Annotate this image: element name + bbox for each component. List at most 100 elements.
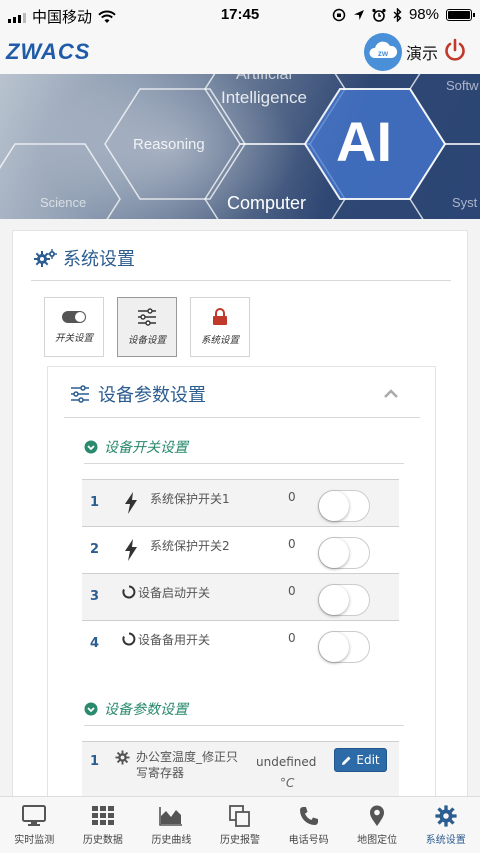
section-title: 设备开关设置 bbox=[104, 440, 188, 456]
map-pin-icon bbox=[370, 805, 385, 826]
chevron-circle-down-icon bbox=[84, 702, 98, 716]
banner-word: Reasoning bbox=[133, 136, 205, 153]
gear-icon bbox=[115, 750, 130, 765]
toggle-switch[interactable] bbox=[318, 631, 370, 663]
banner-word: Computer bbox=[227, 193, 307, 213]
switch-row: 1 系统保护开关1 0 bbox=[82, 479, 399, 526]
device-params-panel: 设备参数设置 设备开关设置 1 系统保护开关1 0 2 系统保护开关2 0 3 … bbox=[47, 366, 436, 811]
edit-button[interactable]: Edit bbox=[334, 748, 387, 772]
tab-label: 设备设置 bbox=[127, 335, 166, 346]
gears-icon bbox=[34, 249, 57, 267]
switch-value: 0 bbox=[288, 537, 296, 551]
param-row: 1 办公室温度_修正只写寄存器 undefined °C Edit bbox=[82, 741, 399, 801]
nav-label: 实时监测 bbox=[14, 835, 55, 846]
switch-value: 0 bbox=[288, 631, 296, 645]
row-index: 4 bbox=[90, 636, 100, 651]
circle-notch-icon bbox=[122, 585, 136, 599]
switch-name: 设备备用开关 bbox=[138, 633, 211, 647]
banner-word: Syst bbox=[452, 195, 478, 210]
alarm-icon bbox=[372, 8, 386, 22]
nav-history-alarm[interactable]: 历史报警 bbox=[206, 797, 275, 853]
banner-word: Artificial bbox=[236, 74, 293, 83]
nav-label: 历史曲线 bbox=[151, 835, 192, 846]
section-title: 设备参数设置 bbox=[104, 702, 188, 718]
toggle-switch[interactable] bbox=[318, 584, 370, 616]
tab-label: 开关设置 bbox=[54, 333, 93, 344]
nav-map-location[interactable]: 地图定位 bbox=[343, 797, 412, 853]
battery-percent: 98% bbox=[408, 6, 439, 23]
toggle-icon bbox=[62, 311, 86, 323]
copy-icon bbox=[229, 805, 250, 827]
page-title-text: 系统设置 bbox=[63, 249, 135, 270]
settings-tabs: 开关设置 设备设置 系统设置 bbox=[44, 297, 250, 357]
power-icon[interactable] bbox=[442, 37, 468, 63]
panel-title: 设备参数设置 bbox=[70, 381, 206, 407]
bolt-icon bbox=[125, 539, 137, 561]
tab-device-settings[interactable]: 设备设置 bbox=[117, 297, 177, 357]
banner-word: AI bbox=[336, 110, 392, 173]
svg-text:zw: zw bbox=[378, 49, 389, 58]
nav-history-curve[interactable]: 历史曲线 bbox=[137, 797, 206, 853]
param-unit: °C bbox=[280, 776, 295, 790]
bluetooth-icon bbox=[393, 7, 402, 22]
switch-row: 4 设备备用开关 0 bbox=[82, 620, 399, 667]
sliders-icon bbox=[71, 385, 89, 403]
row-index: 2 bbox=[90, 542, 100, 557]
orientation-lock-icon bbox=[332, 8, 346, 21]
nav-label: 历史数据 bbox=[82, 835, 123, 846]
tab-system-settings[interactable]: 系统设置 bbox=[190, 297, 250, 357]
ai-banner-image: Artificial Intelligence Reasoning Scienc… bbox=[0, 74, 480, 219]
divider bbox=[84, 463, 404, 464]
switch-value: 0 bbox=[288, 490, 296, 504]
nav-label: 历史报警 bbox=[220, 835, 261, 846]
switch-list: 1 系统保护开关1 0 2 系统保护开关2 0 3 设备启动开关 0 4 设备备… bbox=[82, 479, 399, 667]
circle-notch-icon bbox=[122, 632, 136, 646]
switch-value: 0 bbox=[288, 584, 296, 598]
switch-row: 3 设备启动开关 0 bbox=[82, 573, 399, 620]
nav-system-settings[interactable]: 系统设置 bbox=[411, 797, 480, 853]
edit-label: Edit bbox=[356, 753, 380, 767]
location-icon bbox=[353, 9, 364, 20]
status-bar: 中国移动 17:45 98% bbox=[0, 0, 480, 30]
switch-name: 系统保护开关2 bbox=[150, 539, 230, 553]
panel-title-text: 设备参数设置 bbox=[98, 385, 206, 406]
nav-realtime-monitor[interactable]: 实时监测 bbox=[0, 797, 69, 853]
tab-switch-settings[interactable]: 开关设置 bbox=[44, 297, 104, 357]
area-chart-icon bbox=[159, 807, 183, 826]
nav-label: 电话号码 bbox=[288, 835, 329, 846]
settings-card: 系统设置 开关设置 设备设置 系统设置 设备参数设置 设备开关设置 1 系统保护… bbox=[12, 230, 468, 811]
divider bbox=[84, 725, 404, 726]
bottom-nav: 实时监测 历史数据 历史曲线 历史报警 电话号码 地图定位 系统设置 bbox=[0, 796, 480, 853]
sliders-icon bbox=[138, 308, 156, 326]
nav-phone-numbers[interactable]: 电话号码 bbox=[274, 797, 343, 853]
divider bbox=[64, 417, 420, 418]
lock-icon bbox=[213, 308, 227, 325]
banner-word: Intelligence bbox=[221, 88, 308, 107]
chevron-up-icon[interactable] bbox=[383, 389, 399, 399]
nav-history-data[interactable]: 历史数据 bbox=[69, 797, 138, 853]
app-header: ZWACS zw 演示 bbox=[0, 30, 480, 74]
section-param-settings[interactable]: 设备参数设置 bbox=[84, 699, 188, 719]
banner-word: Softw bbox=[446, 78, 479, 93]
phone-icon bbox=[299, 807, 318, 825]
nav-label: 系统设置 bbox=[425, 835, 466, 846]
battery-icon bbox=[446, 8, 475, 21]
toggle-switch[interactable] bbox=[318, 537, 370, 569]
section-switch-settings[interactable]: 设备开关设置 bbox=[84, 437, 188, 457]
switch-name: 系统保护开关1 bbox=[150, 492, 230, 506]
gear-icon bbox=[435, 805, 457, 827]
toggle-switch[interactable] bbox=[318, 490, 370, 522]
pencil-icon bbox=[342, 756, 351, 765]
grid-icon bbox=[91, 806, 114, 825]
banner-word: Science bbox=[40, 195, 87, 210]
monitor-icon bbox=[22, 805, 47, 826]
row-index: 1 bbox=[90, 754, 100, 769]
tab-label: 系统设置 bbox=[200, 335, 239, 346]
switch-name: 设备启动开关 bbox=[138, 586, 211, 600]
param-name: 办公室温度_修正只写寄存器 bbox=[136, 750, 239, 780]
page-title: 系统设置 bbox=[33, 245, 135, 271]
bolt-icon bbox=[125, 492, 137, 514]
row-index: 1 bbox=[90, 495, 100, 510]
param-value: undefined bbox=[256, 755, 317, 769]
demo-account-button[interactable]: zw 演示 bbox=[364, 33, 438, 71]
